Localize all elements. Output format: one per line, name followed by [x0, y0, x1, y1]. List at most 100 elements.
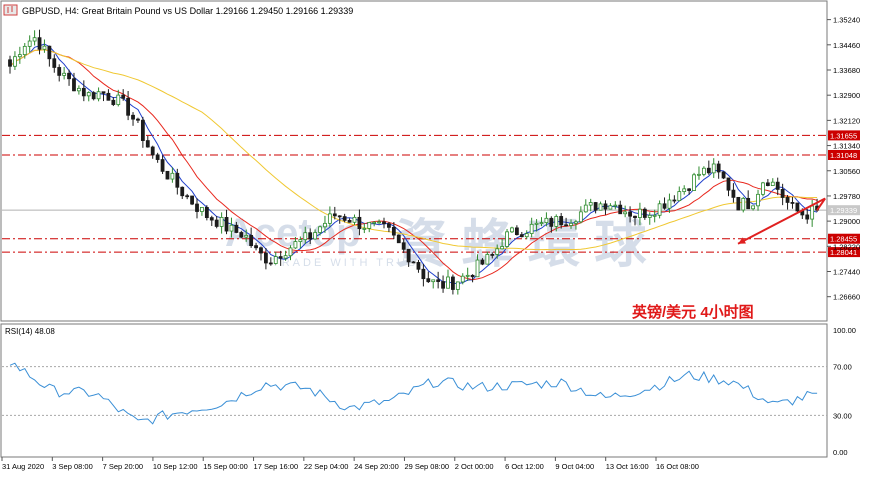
- candle-bear: [195, 203, 199, 212]
- candle-bull: [524, 233, 529, 238]
- candle-bear: [259, 247, 263, 254]
- chart-header: GBPUSD, H4: Great Britain Pound vs US Do…: [3, 4, 353, 16]
- candle-bear: [308, 232, 313, 240]
- candle-bull: [756, 193, 760, 207]
- candle-bear: [642, 208, 647, 218]
- candle-bear: [436, 279, 441, 282]
- candle-bear: [165, 170, 170, 180]
- last-price-label: 1.29339: [830, 206, 857, 215]
- candle-bear: [490, 254, 495, 256]
- candle-bull: [475, 259, 480, 278]
- candle-bull: [701, 167, 706, 175]
- candle-bull: [638, 208, 642, 218]
- candle-bear: [342, 216, 347, 221]
- candle-bull: [583, 204, 588, 213]
- candle-bear: [731, 189, 736, 198]
- price-tick-label: 1.28220: [833, 242, 860, 251]
- candle-bear: [795, 202, 800, 212]
- candle-bull: [465, 274, 470, 277]
- candle-bear: [347, 219, 352, 223]
- candle-bull: [22, 45, 27, 56]
- candle-bull: [682, 188, 687, 192]
- candle-bear: [736, 196, 741, 211]
- candle-bull: [62, 72, 67, 76]
- candle-bull: [810, 205, 815, 220]
- candle-bear: [406, 248, 411, 263]
- candle-bear: [721, 171, 726, 179]
- candle-bear: [706, 167, 711, 174]
- candle-bull: [657, 203, 662, 216]
- candle-bear: [603, 203, 608, 210]
- candle-bull: [500, 246, 505, 250]
- candle-bull: [647, 214, 652, 218]
- candle-bull: [327, 213, 332, 224]
- candle-bear: [209, 217, 214, 221]
- candle-bull: [86, 92, 91, 97]
- candle-bear: [145, 140, 150, 148]
- candle-bear: [136, 118, 140, 121]
- candle-bear: [234, 224, 239, 233]
- candle-bear: [264, 252, 268, 264]
- chart-icon[interactable]: [3, 4, 18, 16]
- time-tick-label: 17 Sep 16:00: [254, 462, 299, 471]
- candle-bear: [224, 217, 229, 232]
- candle-bear: [180, 186, 185, 197]
- candle-bear: [391, 226, 396, 236]
- price-tick-label: 1.35240: [833, 16, 860, 25]
- candle-bear: [387, 223, 391, 228]
- time-axis: 31 Aug 2020 3 Sep 08:00 7 Sep 20:00 10 Sep …: [1, 457, 699, 471]
- candle-bull: [761, 182, 765, 195]
- time-tick-label: 16 Oct 08:00: [656, 462, 699, 471]
- candle-bull: [569, 222, 573, 226]
- candle-bear: [214, 219, 219, 227]
- candle-bear: [8, 59, 12, 67]
- candle-bear: [780, 188, 785, 198]
- candle-bear: [52, 58, 57, 68]
- candle-bull: [534, 222, 539, 225]
- rsi-tick-label: 70.00: [833, 363, 852, 372]
- watermark: Acetop 資 蜂 環 球 TRADE WITH TRUST: [225, 211, 647, 274]
- candle-bear: [150, 146, 155, 156]
- time-tick-label: 22 Sep 04:00: [304, 462, 349, 471]
- candle-bear: [564, 224, 568, 227]
- candle-bull: [608, 205, 613, 210]
- candle-bear: [628, 211, 632, 217]
- candle-bull: [283, 255, 288, 259]
- price-tick-label: 1.34460: [833, 41, 860, 50]
- candle-bear: [746, 197, 751, 210]
- candle-bear: [785, 197, 790, 203]
- candle-bear: [357, 216, 362, 230]
- candle-bear: [382, 221, 386, 225]
- rsi-panel[interactable]: [0, 323, 828, 458]
- candle-bull: [460, 275, 465, 283]
- candle-bear: [332, 213, 337, 217]
- candle-bear: [37, 37, 42, 50]
- rsi-tick-label: 100.00: [833, 326, 856, 335]
- candle-bear: [131, 114, 135, 120]
- candle-bear: [268, 262, 273, 265]
- time-tick-label: 24 Sep 20:00: [354, 462, 399, 471]
- time-tick-label: 7 Sep 20:00: [103, 462, 143, 471]
- candle-bear: [57, 67, 62, 76]
- candle-bull: [293, 241, 298, 249]
- candle-bear: [91, 92, 96, 100]
- candle-bear: [470, 274, 475, 278]
- candle-bear: [514, 227, 519, 236]
- candle-bull: [219, 217, 224, 227]
- candle-bull: [711, 163, 716, 174]
- candle-bull: [741, 197, 746, 211]
- candle-bull: [303, 232, 308, 241]
- candle-bear: [278, 256, 283, 259]
- price-tick-label: 1.26660: [833, 293, 860, 302]
- candle-bull: [362, 228, 367, 230]
- candle-bull: [539, 222, 544, 224]
- candle-bull: [529, 223, 534, 234]
- candle-bull: [677, 191, 682, 202]
- candle-bull: [623, 211, 628, 215]
- candle-bull: [697, 173, 701, 176]
- price-tick-label: 1.31340: [833, 142, 860, 151]
- candle-bull: [495, 248, 500, 255]
- candle-bull: [76, 87, 81, 92]
- level-label: 1.31655: [830, 131, 857, 140]
- main-chart-svg: Acetop 資 蜂 環 球 TRADE WITH TRUST 1.31655 1…: [0, 0, 860, 471]
